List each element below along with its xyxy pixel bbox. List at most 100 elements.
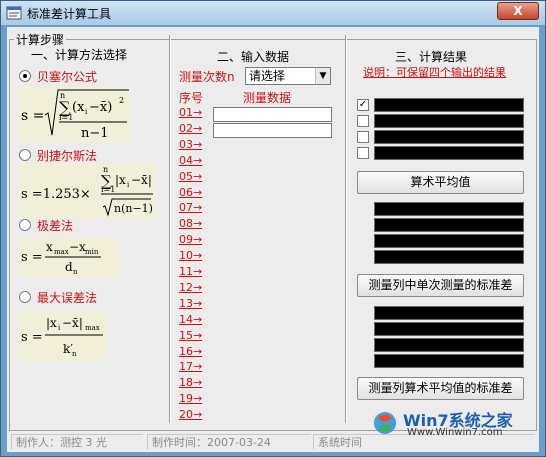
status-author: 制作人：测控 3 光 bbox=[11, 434, 143, 450]
method-section-title: 一、计算方法选择 bbox=[31, 48, 128, 62]
svg-text:i=1: i=1 bbox=[101, 185, 115, 194]
watermark: Win7系统之家 Www.Winwin7.com bbox=[361, 403, 537, 443]
svg-text:min: min bbox=[85, 248, 99, 256]
svg-text:s =1.253×: s =1.253× bbox=[21, 187, 91, 202]
result-box-1 bbox=[374, 98, 524, 112]
chevron-down-icon[interactable]: ▼ bbox=[315, 68, 330, 84]
svg-text:−x̄|: −x̄| bbox=[131, 173, 152, 187]
watermark-url: Www.Winwin7.com bbox=[407, 427, 503, 438]
formula-range: s = x max −x min d n bbox=[19, 237, 119, 277]
radio-bessel[interactable] bbox=[19, 70, 31, 82]
svg-text:(x: (x bbox=[72, 100, 85, 115]
result-box-2 bbox=[374, 114, 524, 128]
row-index-label: 16→ bbox=[179, 344, 203, 358]
row-index-label: 08→ bbox=[179, 217, 203, 231]
client-area: 计算步骤 一、计算方法选择 贝塞尔公式 s = n ∑ i=1 (x i −x̄… bbox=[7, 27, 539, 452]
divider-left bbox=[169, 35, 171, 423]
row-index-label: 12→ bbox=[179, 280, 203, 294]
close-button[interactable]: X bbox=[497, 2, 539, 20]
svg-text:s =: s = bbox=[21, 108, 44, 124]
formula-maxerror: s = |x i −x̄| max k′ n bbox=[19, 311, 107, 361]
window-title: 标准差计算工具 bbox=[27, 7, 112, 21]
result-checkbox-4[interactable] bbox=[357, 147, 369, 159]
row-index-label: 01→ bbox=[179, 106, 203, 119]
svg-text:n: n bbox=[73, 268, 78, 276]
data-header: 测量数据 bbox=[243, 91, 292, 105]
row-index-label: 17→ bbox=[179, 360, 203, 374]
svg-text:i: i bbox=[85, 108, 88, 116]
single-std-output-2 bbox=[374, 322, 524, 336]
row-index-label: 02→ bbox=[179, 121, 203, 135]
mean-output-2 bbox=[374, 218, 524, 232]
mean-output-3 bbox=[374, 234, 524, 248]
app-window: 标准差计算工具 X 计算步骤 一、计算方法选择 贝塞尔公式 s = n ∑ i=… bbox=[0, 0, 546, 457]
row-index-label: 18→ bbox=[179, 376, 203, 390]
svg-text:d: d bbox=[65, 260, 73, 274]
svg-text:n(n−1): n(n−1) bbox=[114, 202, 153, 215]
svg-text:2: 2 bbox=[119, 96, 124, 105]
single-std-output-4 bbox=[374, 354, 524, 368]
app-icon bbox=[6, 6, 22, 20]
label-maxerror: 最大误差法 bbox=[37, 291, 98, 305]
result-checkbox-1[interactable]: ✓ bbox=[357, 99, 369, 111]
result-note: 说明：可保留四个输出的结果 bbox=[363, 66, 506, 79]
result-section-title: 三、计算结果 bbox=[395, 50, 468, 64]
radio-range[interactable] bbox=[19, 219, 31, 231]
count-select-value: 请选择 bbox=[249, 69, 286, 83]
result-box-4 bbox=[374, 146, 524, 160]
result-checkbox-3[interactable] bbox=[357, 131, 369, 143]
row-index-label: 20→ bbox=[179, 408, 203, 422]
row-index-label: 11→ bbox=[179, 265, 203, 278]
row-index-label: 03→ bbox=[179, 137, 203, 151]
data-input-1[interactable] bbox=[213, 107, 332, 122]
row-index-label: 04→ bbox=[179, 153, 203, 167]
svg-text:x: x bbox=[46, 240, 53, 254]
svg-text:−x̄): −x̄) bbox=[89, 100, 112, 115]
svg-text:i: i bbox=[127, 181, 130, 189]
row-index-label: 05→ bbox=[179, 169, 203, 183]
mean-output-4 bbox=[374, 250, 524, 264]
svg-text:|x: |x bbox=[46, 316, 57, 330]
row-index-label: 15→ bbox=[179, 328, 203, 342]
label-peters: 别捷尔斯法 bbox=[37, 149, 98, 163]
row-index-label: 09→ bbox=[179, 233, 203, 247]
svg-text:n−1: n−1 bbox=[81, 126, 109, 141]
mean-button[interactable]: 算术平均值 bbox=[357, 171, 524, 194]
svg-text:max: max bbox=[54, 248, 69, 256]
formula-peters: s =1.253× n ∑ i=1 |x i −x̄| n(n−1) bbox=[19, 163, 155, 219]
row-index-label: 10→ bbox=[179, 249, 203, 263]
svg-text:|x: |x bbox=[115, 173, 126, 187]
data-input-2[interactable] bbox=[213, 123, 332, 138]
row-index-label: 13→ bbox=[179, 296, 203, 310]
svg-text:−x: −x bbox=[69, 240, 86, 254]
row-index-label: 19→ bbox=[179, 392, 203, 406]
label-range: 极差法 bbox=[37, 219, 74, 233]
index-header: 序号 bbox=[179, 91, 204, 105]
svg-text:max: max bbox=[85, 324, 100, 332]
input-section-title: 二、输入数据 bbox=[217, 50, 290, 64]
row-index-label: 07→ bbox=[179, 201, 203, 215]
label-bessel: 贝塞尔公式 bbox=[37, 70, 98, 84]
svg-text:i: i bbox=[58, 324, 61, 332]
svg-text:−x̄|: −x̄| bbox=[62, 316, 83, 330]
divider-right bbox=[345, 35, 347, 423]
title-bar[interactable]: 标准差计算工具 X bbox=[1, 1, 545, 25]
result-checkbox-2[interactable] bbox=[357, 115, 369, 127]
mean-std-button[interactable]: 测量列算术平均值的标准差 bbox=[357, 377, 524, 400]
svg-text:s =: s = bbox=[21, 330, 43, 345]
status-time: 制作时间：2007-03-24 bbox=[147, 434, 311, 450]
radio-peters[interactable] bbox=[19, 149, 31, 161]
single-std-output-3 bbox=[374, 338, 524, 352]
single-std-button[interactable]: 测量列中单次测量的标准差 bbox=[357, 274, 524, 297]
svg-text:s =: s = bbox=[21, 250, 43, 265]
radio-maxerror[interactable] bbox=[19, 291, 31, 303]
row-index-label: 06→ bbox=[179, 185, 203, 199]
count-label: 测量次数n bbox=[179, 70, 235, 84]
count-select[interactable]: 请选择 ▼ bbox=[245, 67, 331, 85]
data-rows: 01→ 02→ 03→ 04→ 05→ 06→ 07→ 08→ 09→ 10→ 11→ 12→ 13→ 1… bbox=[179, 106, 339, 426]
mean-output-1 bbox=[374, 202, 524, 216]
result-box-3 bbox=[374, 130, 524, 144]
single-std-output-1 bbox=[374, 306, 524, 320]
row-index-label: 14→ bbox=[179, 312, 203, 326]
formula-bessel: s = n ∑ i=1 (x i −x̄) 2 n−1 bbox=[19, 87, 131, 143]
